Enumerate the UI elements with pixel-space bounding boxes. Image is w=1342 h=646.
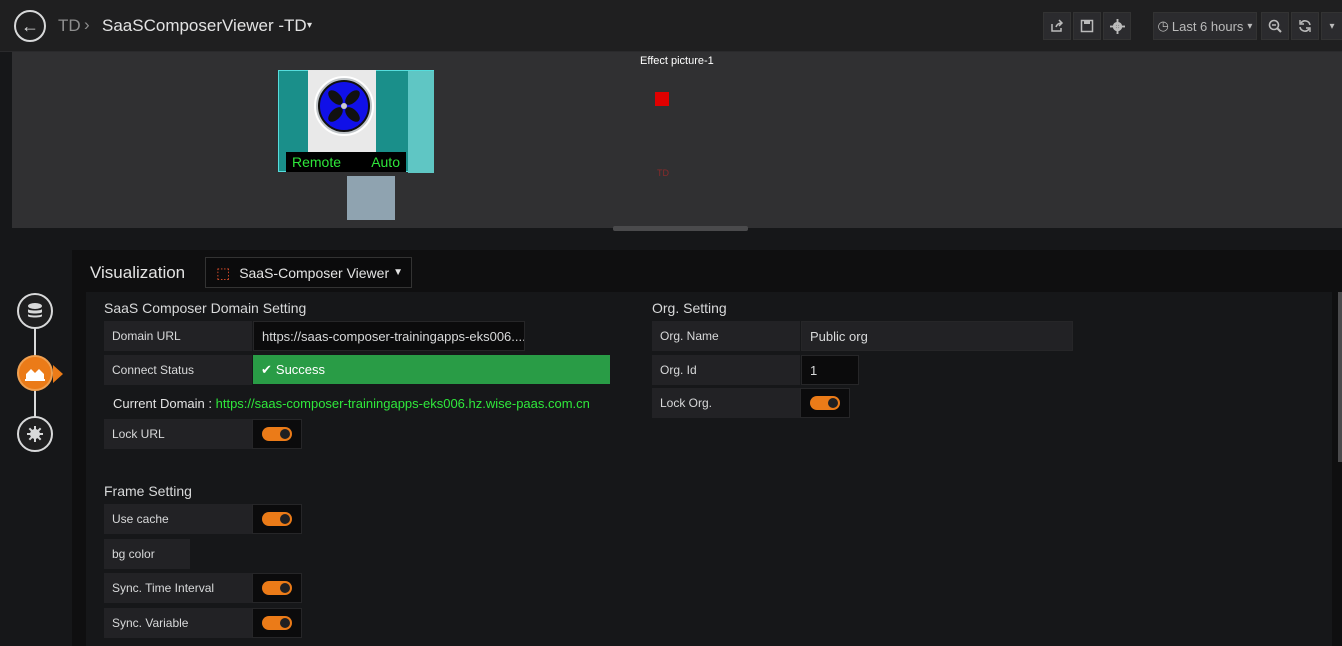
lock-url-label: Lock URL xyxy=(104,419,252,449)
lock-url-switch[interactable] xyxy=(252,419,302,449)
domain-setting-title: SaaS Composer Domain Setting xyxy=(104,300,307,316)
sync-variable-label: Sync. Variable xyxy=(104,608,252,638)
breadcrumb-folder[interactable]: TD xyxy=(58,16,81,36)
share-button[interactable] xyxy=(1043,12,1071,40)
alarm-indicator xyxy=(655,92,669,106)
toggle-knob xyxy=(262,427,292,441)
toggle-knob xyxy=(810,396,840,410)
caret-down-icon: ▼ xyxy=(393,267,403,278)
clock-icon: ◷ xyxy=(1157,18,1169,33)
org-setting-title: Org. Setting xyxy=(652,300,727,316)
toggle-knob xyxy=(262,512,292,526)
current-domain-line: Current Domain : https://saas-composer-t… xyxy=(113,396,590,411)
use-cache-label: Use cache xyxy=(104,504,252,534)
options-scrollbar[interactable] xyxy=(1338,292,1342,462)
connect-status-label: Connect Status xyxy=(104,355,252,385)
panel-preview: Remote Auto Effect picture-1 TD xyxy=(12,52,1342,228)
connect-status-badge: ✔ Success xyxy=(253,355,610,384)
fan-machine-graphic: Remote Auto xyxy=(278,70,436,220)
lock-org-label: Lock Org. xyxy=(652,388,800,418)
arrow-left-icon: ← xyxy=(21,15,39,36)
lock-org-switch[interactable] xyxy=(800,388,850,418)
refresh-icon xyxy=(1299,20,1311,32)
caret-down-icon[interactable]: ▾ xyxy=(307,20,312,31)
visualization-picker[interactable]: ⬚ SaaS-Composer Viewer ▼ xyxy=(205,257,412,288)
sync-time-interval-label: Sync. Time Interval xyxy=(104,573,252,603)
visualization-tab-button[interactable] xyxy=(17,355,53,391)
zoom-out-icon xyxy=(1268,19,1282,33)
remote-label: Remote xyxy=(292,154,342,170)
bg-color-label[interactable]: bg color xyxy=(104,539,190,569)
sync-variable-switch[interactable] xyxy=(252,608,302,638)
sync-time-interval-switch[interactable] xyxy=(252,573,302,603)
dashboard-title[interactable]: SaaSComposerViewer -TD xyxy=(102,16,307,36)
time-range-picker[interactable]: ◷ Last 6 hours ▾ xyxy=(1153,12,1257,40)
use-cache-switch[interactable] xyxy=(252,504,302,534)
caret-down-icon: ▾ xyxy=(1329,20,1335,32)
auto-label: Auto xyxy=(371,154,400,170)
breadcrumb-chevron-icon: › xyxy=(84,15,90,34)
domain-url-label: Domain URL xyxy=(104,321,252,351)
effect-picture-title: Effect picture-1 xyxy=(640,55,714,67)
caret-down-icon: ▾ xyxy=(1247,20,1253,32)
visualization-picker-value: SaaS-Composer Viewer xyxy=(239,264,390,281)
fan-icon xyxy=(318,80,370,132)
current-domain-url: https://saas-composer-trainingapps-eks00… xyxy=(215,396,590,411)
save-icon xyxy=(1080,19,1094,33)
toggle-knob xyxy=(262,581,292,595)
toggle-knob xyxy=(262,616,292,630)
share-icon xyxy=(1051,19,1064,32)
database-icon xyxy=(28,303,42,318)
connect-status-value: Success xyxy=(275,362,326,377)
check-icon: ✔ xyxy=(261,361,272,377)
gear-icon xyxy=(1109,18,1125,34)
refresh-interval-picker[interactable]: ▾ xyxy=(1321,12,1342,40)
area-chart-icon xyxy=(25,369,45,381)
save-dashboard-button[interactable] xyxy=(1073,12,1101,40)
time-range-label: Last 6 hours xyxy=(1171,18,1244,34)
frame-setting-title: Frame Setting xyxy=(104,483,192,499)
zoom-out-button[interactable] xyxy=(1261,12,1289,40)
back-button[interactable]: ← xyxy=(14,10,46,42)
td-label: TD xyxy=(657,168,669,178)
org-id-label: Org. Id xyxy=(652,355,800,385)
top-navbar: ← TD › SaaSComposerViewer -TD ▾ ◷ Last 6… xyxy=(0,0,1342,52)
pipe-graphic xyxy=(347,176,395,220)
current-domain-label: Current Domain : xyxy=(113,396,212,411)
panel-resize-handle[interactable] xyxy=(613,226,748,231)
active-tab-pointer xyxy=(53,365,63,383)
general-tab-button[interactable] xyxy=(17,416,53,452)
org-id-input[interactable]: 1 xyxy=(801,355,859,385)
settings-button[interactable] xyxy=(1103,12,1131,40)
domain-url-input[interactable]: https://saas-composer-trainingapps-eks00… xyxy=(253,321,525,351)
cogs-icon xyxy=(27,426,43,442)
queries-tab-button[interactable] xyxy=(17,293,53,329)
saas-composer-logo-icon: ⬚ xyxy=(216,264,231,282)
refresh-button[interactable] xyxy=(1291,12,1319,40)
visualization-heading: Visualization xyxy=(90,263,186,282)
org-name-input[interactable]: Public org xyxy=(801,321,1073,351)
mode-status-strip: Remote Auto xyxy=(286,152,406,172)
org-name-label: Org. Name xyxy=(652,321,800,351)
